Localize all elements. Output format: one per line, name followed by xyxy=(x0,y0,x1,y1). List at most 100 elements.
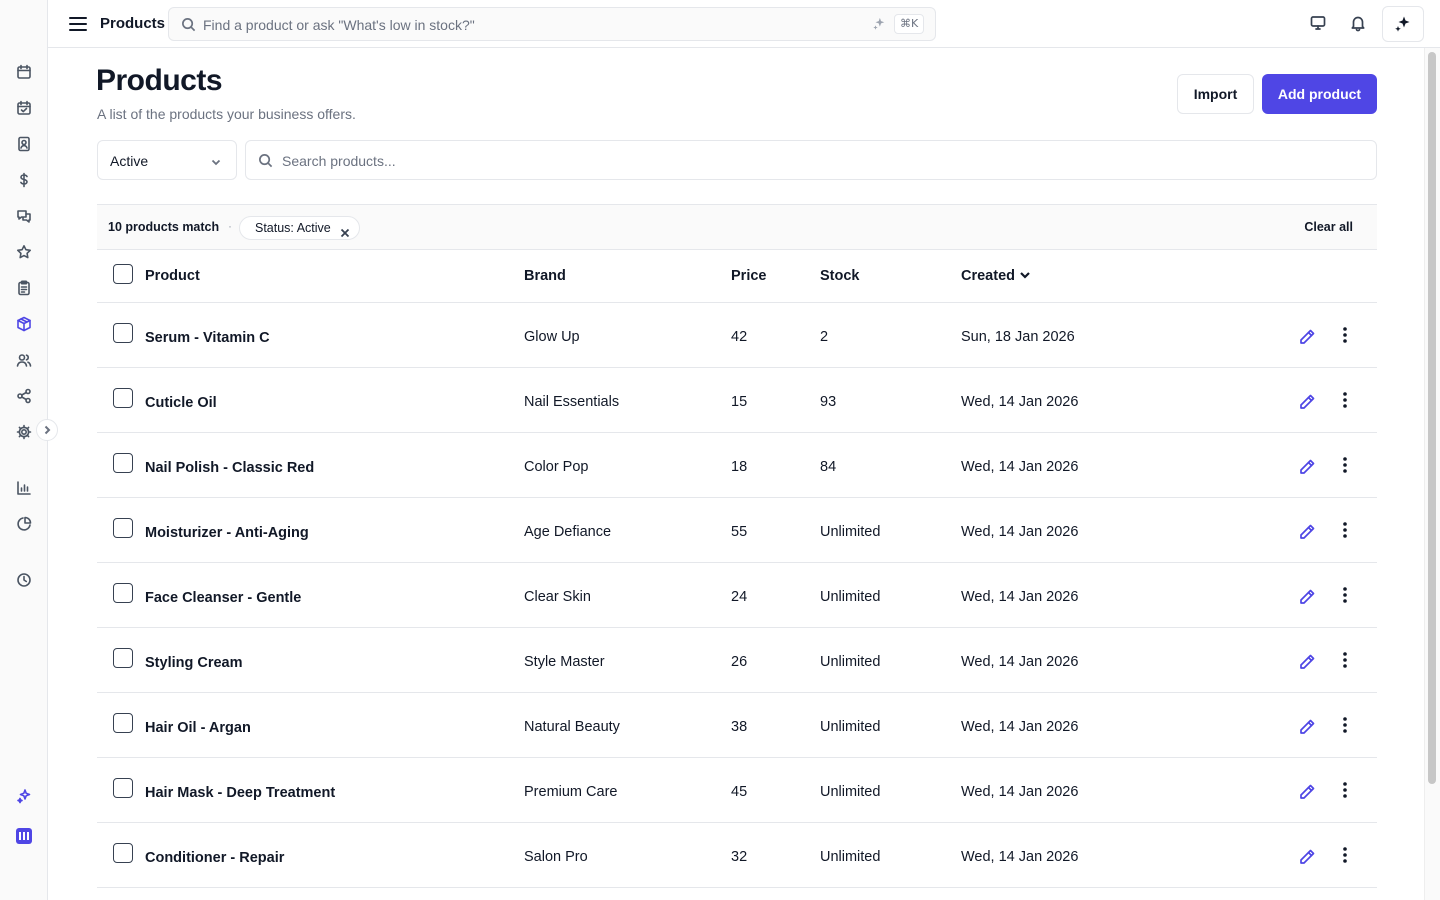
menu-icon[interactable] xyxy=(68,14,88,34)
close-icon[interactable] xyxy=(340,223,350,238)
users-icon[interactable] xyxy=(15,351,33,369)
product-name[interactable]: Nail Polish - Classic Red xyxy=(145,460,314,476)
product-name[interactable]: Hair Mask - Deep Treatment xyxy=(145,785,335,801)
product-price: 15 xyxy=(731,394,748,410)
column-header-product[interactable]: Product xyxy=(145,268,200,284)
product-price: 55 xyxy=(731,524,748,540)
more-vertical-icon[interactable] xyxy=(1337,585,1353,605)
product-name[interactable]: Conditioner - Repair xyxy=(145,850,284,866)
product-brand: Salon Pro xyxy=(524,849,588,865)
product-name[interactable]: Moisturizer - Anti-Aging xyxy=(145,525,309,541)
product-stock: Unlimited xyxy=(820,784,881,800)
more-vertical-icon[interactable] xyxy=(1337,325,1353,345)
table-row[interactable]: Conditioner - Repair Salon Pro 32 Unlimited… xyxy=(97,823,1377,888)
more-vertical-icon[interactable] xyxy=(1337,780,1353,800)
product-name[interactable]: Styling Cream xyxy=(145,655,243,671)
monitor-icon[interactable] xyxy=(1309,14,1329,34)
pie-chart-icon[interactable] xyxy=(15,515,33,533)
product-stock: 93 xyxy=(820,394,837,410)
product-created-date: Wed, 14 Jan 2026 xyxy=(961,459,1079,475)
share-icon[interactable] xyxy=(15,387,33,405)
column-header-stock[interactable]: Stock xyxy=(820,268,860,284)
row-checkbox[interactable] xyxy=(113,648,133,668)
product-brand: Style Master xyxy=(524,654,605,670)
gear-icon[interactable] xyxy=(15,423,33,441)
product-name[interactable]: Hair Oil - Argan xyxy=(145,720,251,736)
page-title: Products xyxy=(96,64,223,97)
global-search-input[interactable]: Find a product or ask "What's low in sto… xyxy=(168,7,936,41)
add-product-button[interactable]: Add product xyxy=(1262,74,1377,114)
column-header-brand[interactable]: Brand xyxy=(524,268,566,284)
product-created-date: Sun, 18 Jan 2026 xyxy=(961,329,1075,345)
more-vertical-icon[interactable] xyxy=(1337,650,1353,670)
dollar-icon[interactable] xyxy=(15,171,33,189)
scrollbar-thumb[interactable] xyxy=(1428,52,1436,784)
row-checkbox[interactable] xyxy=(113,323,133,343)
status-filter-chip-label: Status: Active xyxy=(255,221,331,235)
table-row[interactable]: Face Cleanser - Gentle Clear Skin 24 Unlimi… xyxy=(97,563,1377,628)
product-name[interactable]: Cuticle Oil xyxy=(145,395,217,411)
ai-assistant-button[interactable] xyxy=(1382,6,1424,42)
chat-icon[interactable] xyxy=(15,207,33,225)
product-created-date: Wed, 14 Jan 2026 xyxy=(961,524,1079,540)
row-checkbox[interactable] xyxy=(113,388,133,408)
more-vertical-icon[interactable] xyxy=(1337,520,1353,540)
more-vertical-icon[interactable] xyxy=(1337,715,1353,735)
row-checkbox[interactable] xyxy=(113,453,133,473)
status-filter-chip[interactable]: Status: Active xyxy=(239,216,360,240)
pencil-icon[interactable] xyxy=(1297,717,1317,737)
sidebar-expand-button[interactable] xyxy=(36,419,58,441)
column-header-created[interactable]: Created xyxy=(961,268,1031,284)
status-filter-select[interactable]: Active xyxy=(97,140,237,180)
more-vertical-icon[interactable] xyxy=(1337,455,1353,475)
row-checkbox[interactable] xyxy=(113,713,133,733)
product-price: 18 xyxy=(731,459,748,475)
calendar-icon[interactable] xyxy=(15,63,33,81)
table-row[interactable]: Nail Polish - Classic Red Color Pop 18 84 We… xyxy=(97,433,1377,498)
pencil-icon[interactable] xyxy=(1297,652,1317,672)
table-row[interactable]: Serum - Vitamin C Glow Up 42 2 Sun, 18 Jan 2… xyxy=(97,303,1377,368)
table-row[interactable]: Hair Oil - Argan Natural Beauty 38 Unlimite… xyxy=(97,693,1377,758)
pencil-icon[interactable] xyxy=(1297,327,1317,347)
row-checkbox[interactable] xyxy=(113,518,133,538)
product-created-date: Wed, 14 Jan 2026 xyxy=(961,719,1079,735)
keyboard-shortcut-badge: ⌘K xyxy=(894,14,925,34)
brand-logo-icon[interactable] xyxy=(16,828,32,844)
clear-all-button[interactable]: Clear all xyxy=(1304,220,1353,234)
pencil-icon[interactable] xyxy=(1297,457,1317,477)
contact-book-icon[interactable] xyxy=(15,135,33,153)
product-name[interactable]: Serum - Vitamin C xyxy=(145,330,270,346)
product-price: 38 xyxy=(731,719,748,735)
row-checkbox[interactable] xyxy=(113,778,133,798)
select-all-checkbox[interactable] xyxy=(113,264,133,284)
row-checkbox[interactable] xyxy=(113,583,133,603)
import-button[interactable]: Import xyxy=(1177,74,1254,114)
pencil-icon[interactable] xyxy=(1297,522,1317,542)
column-header-price[interactable]: Price xyxy=(731,268,766,284)
product-stock: Unlimited xyxy=(820,654,881,670)
clock-icon[interactable] xyxy=(15,571,33,589)
more-vertical-icon[interactable] xyxy=(1337,390,1353,410)
pencil-icon[interactable] xyxy=(1297,587,1317,607)
pencil-icon[interactable] xyxy=(1297,847,1317,867)
product-name[interactable]: Face Cleanser - Gentle xyxy=(145,590,301,606)
product-created-date: Wed, 14 Jan 2026 xyxy=(961,589,1079,605)
table-row[interactable]: Cuticle Oil Nail Essentials 15 93 Wed, 14 Ja… xyxy=(97,368,1377,433)
box-icon[interactable] xyxy=(15,315,33,333)
star-icon[interactable] xyxy=(15,243,33,261)
clipboard-icon[interactable] xyxy=(15,279,33,297)
more-vertical-icon[interactable] xyxy=(1337,845,1353,865)
bar-chart-icon[interactable] xyxy=(15,479,33,497)
product-search-field[interactable] xyxy=(245,140,1377,180)
bell-icon[interactable] xyxy=(1349,14,1369,34)
pencil-icon[interactable] xyxy=(1297,392,1317,412)
table-row[interactable]: Moisturizer - Anti-Aging Age Defiance 55 Un… xyxy=(97,498,1377,563)
pencil-icon[interactable] xyxy=(1297,782,1317,802)
table-row[interactable]: Styling Cream Style Master 26 Unlimited Wed,… xyxy=(97,628,1377,693)
top-bar: Products Find a product or ask "What's l… xyxy=(48,0,1440,48)
row-checkbox[interactable] xyxy=(113,843,133,863)
calendar-check-icon[interactable] xyxy=(15,99,33,117)
table-row[interactable]: Hair Mask - Deep Treatment Premium Care 45… xyxy=(97,758,1377,823)
product-search-input[interactable] xyxy=(282,149,1362,173)
sparkles-icon[interactable] xyxy=(15,787,33,805)
